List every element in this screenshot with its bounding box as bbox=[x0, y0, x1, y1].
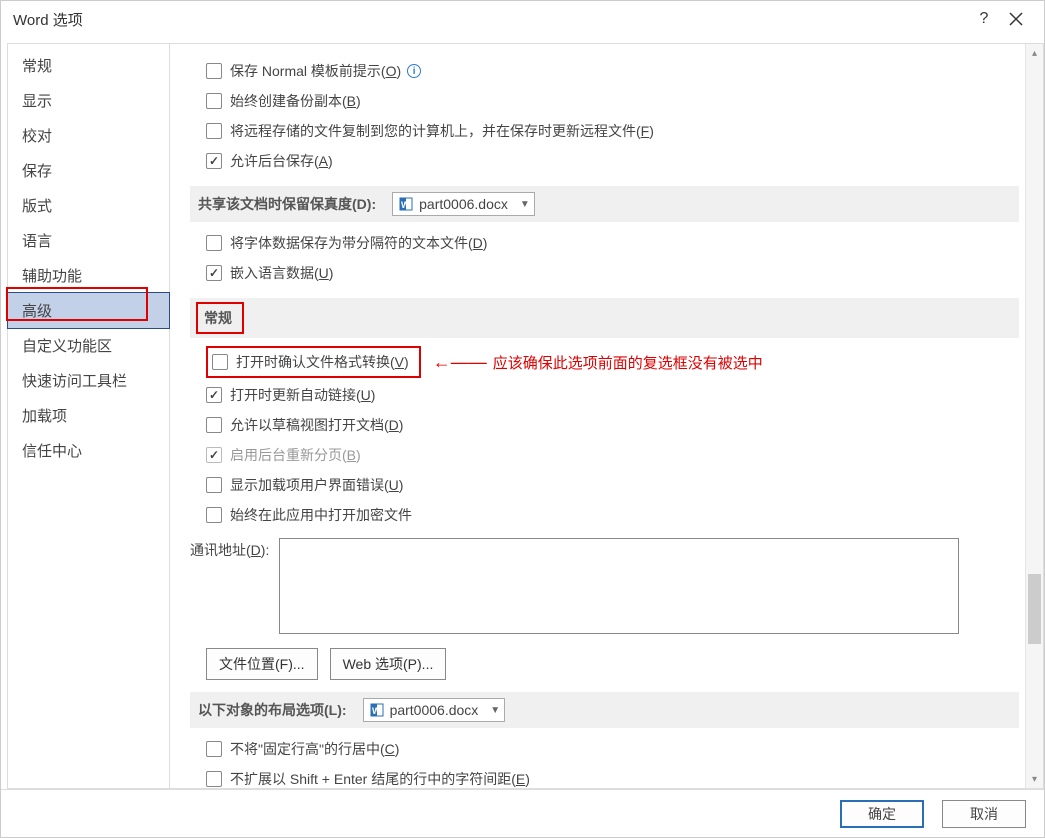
close-button[interactable] bbox=[1000, 3, 1032, 35]
label-copy-remote: 将远程存储的文件复制到您的计算机上，并在保存时更新远程文件(F) bbox=[230, 121, 654, 141]
sidebar: 常规 显示 校对 保存 版式 语言 辅助功能 高级 自定义功能区 快速访问工具栏… bbox=[7, 43, 170, 789]
sidebar-item-proofing[interactable]: 校对 bbox=[8, 118, 169, 153]
fidelity-doc-name: part0006.docx bbox=[419, 196, 508, 212]
sidebar-item-advanced[interactable]: 高级 bbox=[7, 292, 170, 329]
scroll-down-arrow[interactable]: ▾ bbox=[1026, 770, 1043, 788]
checkbox-allow-bg-save[interactable] bbox=[206, 153, 222, 169]
titlebar: Word 选项 ? bbox=[1, 1, 1044, 37]
general-header-label: 常规 bbox=[200, 306, 236, 330]
sidebar-item-language[interactable]: 语言 bbox=[8, 223, 169, 258]
checkbox-show-addin-err[interactable] bbox=[206, 477, 222, 493]
mailing-address-label: 通讯地址(D): bbox=[190, 538, 269, 560]
mailing-address-input[interactable] bbox=[279, 538, 959, 634]
word-doc-icon: W bbox=[370, 703, 384, 717]
content-panel: 保存 Normal 模板前提示(O) i 始终创建备份副本(B) 将远程存储的文… bbox=[170, 44, 1025, 788]
cancel-button[interactable]: 取消 bbox=[942, 800, 1026, 828]
dialog-title: Word 选项 bbox=[13, 9, 83, 30]
label-bg-repaginate: 启用后台重新分页(B) bbox=[230, 445, 361, 465]
checkbox-no-expand-shift[interactable] bbox=[206, 771, 222, 787]
label-save-normal-prompt: 保存 Normal 模板前提示(O) bbox=[230, 61, 401, 81]
label-no-fixed-height: 不将"固定行高"的行居中(C) bbox=[230, 739, 399, 759]
scroll-thumb[interactable] bbox=[1028, 574, 1041, 644]
web-options-button[interactable]: Web 选项(P)... bbox=[330, 648, 447, 680]
section-general: 常规 bbox=[190, 298, 1019, 338]
label-always-backup: 始终创建备份副本(B) bbox=[230, 91, 361, 111]
label-no-expand-shift: 不扩展以 Shift + Enter 结尾的行中的字符间距(E) bbox=[230, 769, 530, 788]
layout-options-label: 以下对象的布局选项(L): bbox=[198, 700, 347, 720]
help-button[interactable]: ? bbox=[968, 3, 1000, 35]
checkbox-draft-view[interactable] bbox=[206, 417, 222, 433]
ok-button[interactable]: 确定 bbox=[840, 800, 924, 828]
chevron-down-icon: ▼ bbox=[490, 705, 500, 716]
sidebar-item-addins[interactable]: 加载项 bbox=[8, 398, 169, 433]
checkbox-confirm-convert[interactable] bbox=[212, 354, 228, 370]
sidebar-item-general[interactable]: 常规 bbox=[8, 48, 169, 83]
sidebar-item-layout[interactable]: 版式 bbox=[8, 188, 169, 223]
annotation-general-highlight: 常规 bbox=[196, 302, 244, 334]
label-confirm-convert: 打开时确认文件格式转换(V) bbox=[236, 352, 409, 372]
checkbox-no-fixed-height[interactable] bbox=[206, 741, 222, 757]
checkbox-font-as-text[interactable] bbox=[206, 235, 222, 251]
label-draft-view: 允许以草稿视图打开文档(D) bbox=[230, 415, 403, 435]
checkbox-embed-lang[interactable] bbox=[206, 265, 222, 281]
label-font-as-text: 将字体数据保存为带分隔符的文本文件(D) bbox=[230, 233, 487, 253]
label-always-open-enc: 始终在此应用中打开加密文件 bbox=[230, 505, 412, 525]
checkbox-bg-repaginate bbox=[206, 447, 222, 463]
file-locations-button[interactable]: 文件位置(F)... bbox=[206, 648, 318, 680]
sidebar-item-display[interactable]: 显示 bbox=[8, 83, 169, 118]
annotation-text: ←—— 应该确保此选项前面的复选框没有被选中 bbox=[433, 352, 763, 373]
fidelity-label: 共享该文档时保留保真度(D): bbox=[198, 194, 376, 214]
checkbox-save-normal-prompt[interactable] bbox=[206, 63, 222, 79]
checkbox-always-open-enc[interactable] bbox=[206, 507, 222, 523]
checkbox-update-links[interactable] bbox=[206, 387, 222, 403]
checkbox-copy-remote[interactable] bbox=[206, 123, 222, 139]
label-embed-lang: 嵌入语言数据(U) bbox=[230, 263, 333, 283]
checkbox-always-backup[interactable] bbox=[206, 93, 222, 109]
section-layout-options: 以下对象的布局选项(L): W part0006.docx ▼ bbox=[190, 692, 1019, 728]
scroll-up-arrow[interactable]: ▴ bbox=[1026, 44, 1043, 62]
info-icon[interactable]: i bbox=[407, 64, 421, 78]
sidebar-item-accessibility[interactable]: 辅助功能 bbox=[8, 258, 169, 293]
layout-document-select[interactable]: W part0006.docx ▼ bbox=[363, 698, 506, 722]
dialog-footer: 确定 取消 bbox=[1, 789, 1044, 837]
label-allow-bg-save: 允许后台保存(A) bbox=[230, 151, 333, 171]
layout-doc-name: part0006.docx bbox=[390, 702, 479, 718]
sidebar-item-quick-access[interactable]: 快速访问工具栏 bbox=[8, 363, 169, 398]
section-fidelity: 共享该文档时保留保真度(D): W part0006.docx ▼ bbox=[190, 186, 1019, 222]
arrow-left-icon: ←—— bbox=[433, 353, 487, 371]
sidebar-item-trust-center[interactable]: 信任中心 bbox=[8, 433, 169, 468]
label-show-addin-err: 显示加载项用户界面错误(U) bbox=[230, 475, 403, 495]
fidelity-document-select[interactable]: W part0006.docx ▼ bbox=[392, 192, 535, 216]
label-update-links: 打开时更新自动链接(U) bbox=[230, 385, 375, 405]
sidebar-item-save[interactable]: 保存 bbox=[8, 153, 169, 188]
vertical-scrollbar[interactable]: ▴ ▾ bbox=[1025, 44, 1043, 788]
chevron-down-icon: ▼ bbox=[520, 199, 530, 210]
annotation-confirm-convert-highlight: 打开时确认文件格式转换(V) bbox=[206, 346, 421, 378]
sidebar-item-customize-ribbon[interactable]: 自定义功能区 bbox=[8, 328, 169, 363]
svg-text:W: W bbox=[401, 200, 410, 210]
word-doc-icon: W bbox=[399, 197, 413, 211]
word-options-dialog: Word 选项 ? 常规 显示 校对 保存 版式 语言 辅助功能 高级 自定义功… bbox=[0, 0, 1045, 838]
svg-text:W: W bbox=[372, 706, 381, 716]
